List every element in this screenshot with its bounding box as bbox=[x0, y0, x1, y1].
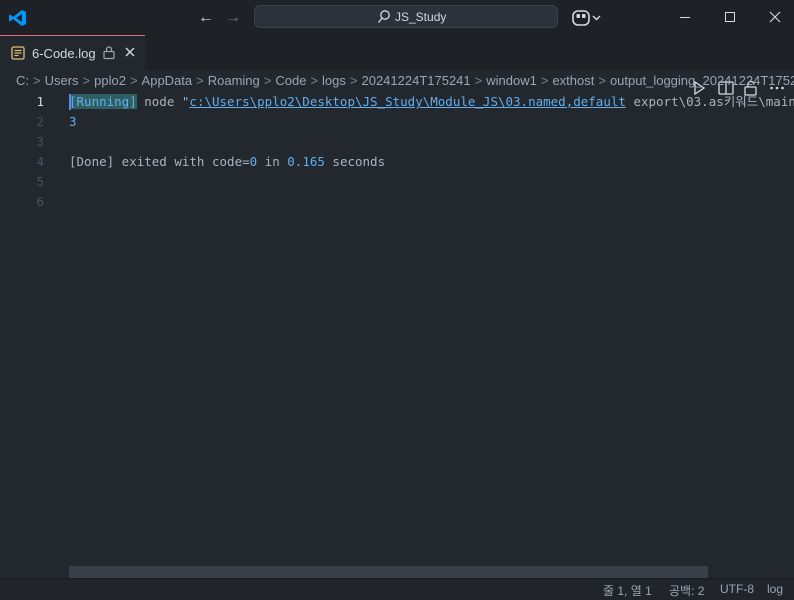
chevron-right-icon: > bbox=[474, 73, 483, 88]
breadcrumb-item[interactable]: AppData bbox=[142, 73, 193, 88]
breadcrumb-item[interactable]: exthost bbox=[552, 73, 594, 88]
horizontal-scrollbar[interactable] bbox=[69, 566, 708, 578]
chevron-right-icon: > bbox=[263, 73, 272, 88]
indentation-setting[interactable]: 공백: 2 bbox=[669, 582, 704, 599]
breadcrumb-item[interactable]: Code bbox=[275, 73, 306, 88]
command-text: node " bbox=[136, 94, 190, 109]
forward-arrow-icon[interactable]: → bbox=[223, 8, 243, 28]
code-line: 3 bbox=[69, 112, 794, 132]
chevron-right-icon: > bbox=[349, 73, 358, 88]
output-value: 3 bbox=[69, 114, 77, 129]
chevron-right-icon: > bbox=[598, 73, 606, 88]
code-line: [Done] exited with code=0 in 0.165 secon… bbox=[69, 152, 794, 172]
log-file-icon bbox=[11, 46, 25, 60]
running-token: [Running] bbox=[69, 94, 137, 109]
line-number: 6 bbox=[36, 194, 44, 209]
language-mode[interactable]: log bbox=[767, 582, 783, 596]
encoding-setting[interactable]: UTF-8 bbox=[720, 582, 754, 596]
code-line: [Running] node "c:\Users\pplo2\Desktop\J… bbox=[69, 92, 794, 112]
breadcrumb-item[interactable]: logs bbox=[322, 73, 346, 88]
vscode-logo-icon[interactable] bbox=[8, 8, 28, 28]
tab-6-code-log[interactable]: 6-Code.log bbox=[0, 35, 145, 70]
line-number: 1 bbox=[36, 94, 44, 109]
breadcrumb-item[interactable]: 20241224T175241 bbox=[361, 73, 470, 88]
maximize-icon bbox=[725, 12, 735, 22]
close-window-button[interactable] bbox=[752, 0, 794, 35]
line-number: 2 bbox=[36, 114, 44, 129]
chevron-right-icon: > bbox=[310, 73, 319, 88]
minimize-icon bbox=[680, 17, 690, 18]
breadcrumb-item[interactable]: Roaming bbox=[208, 73, 260, 88]
elapsed-time: 0.165 bbox=[287, 154, 325, 169]
editor-area[interactable]: 1 2 3 4 5 6 [Running] node "c:\Users\ppl… bbox=[0, 92, 794, 577]
text-cursor bbox=[69, 94, 71, 110]
copilot-icon[interactable] bbox=[571, 9, 605, 27]
line-number-gutter: 1 2 3 4 5 6 bbox=[0, 92, 44, 212]
breadcrumb-item[interactable]: window1 bbox=[486, 73, 537, 88]
tab-close-icon[interactable] bbox=[123, 45, 137, 59]
close-icon bbox=[769, 11, 781, 23]
code-content[interactable]: [Running] node "c:\Users\pplo2\Desktop\J… bbox=[69, 92, 794, 212]
file-path-link[interactable]: c:\Users\pplo2\Desktop\JS_Study\Module_J… bbox=[189, 94, 626, 109]
line-number: 5 bbox=[36, 174, 44, 189]
chevron-right-icon: > bbox=[129, 73, 138, 88]
seconds-text: seconds bbox=[324, 154, 386, 169]
search-icon bbox=[377, 10, 390, 23]
status-bar: 줄 1, 열 1 공백: 2 UTF-8 log bbox=[0, 578, 794, 600]
breadcrumb-item[interactable]: output_logging_20241224T175241 bbox=[610, 73, 794, 88]
search-text: JS_Study bbox=[395, 10, 447, 24]
line-number: 4 bbox=[36, 154, 44, 169]
tab-bar: 6-Code.log bbox=[0, 35, 794, 96]
cursor-position[interactable]: 줄 1, 열 1 bbox=[603, 582, 652, 599]
chevron-right-icon: > bbox=[82, 73, 91, 88]
chevron-right-icon: > bbox=[33, 73, 41, 88]
tab-label: 6-Code.log bbox=[32, 46, 96, 61]
command-text-rest: export\03.as키워드\main.js" bbox=[633, 94, 794, 109]
breadcrumb-item[interactable]: pplo2 bbox=[94, 73, 126, 88]
command-center-search[interactable]: JS_Study bbox=[254, 5, 558, 28]
chevron-right-icon: > bbox=[196, 73, 204, 88]
title-bar: ← → JS_Study bbox=[0, 0, 794, 35]
lock-icon bbox=[103, 46, 115, 60]
done-text: [Done] exited with code= bbox=[69, 154, 250, 169]
in-text: in bbox=[257, 154, 288, 169]
chevron-right-icon: > bbox=[540, 73, 549, 88]
back-arrow-icon[interactable]: ← bbox=[196, 8, 216, 28]
line-number: 3 bbox=[36, 134, 44, 149]
breadcrumb-item[interactable]: C: bbox=[16, 73, 29, 88]
breadcrumb-item[interactable]: Users bbox=[45, 73, 79, 88]
maximize-button[interactable] bbox=[707, 0, 753, 35]
minimize-button[interactable] bbox=[662, 0, 708, 35]
breadcrumb: C: > Users > pplo2 > AppData > Roaming > Code > logs… bbox=[16, 70, 794, 92]
